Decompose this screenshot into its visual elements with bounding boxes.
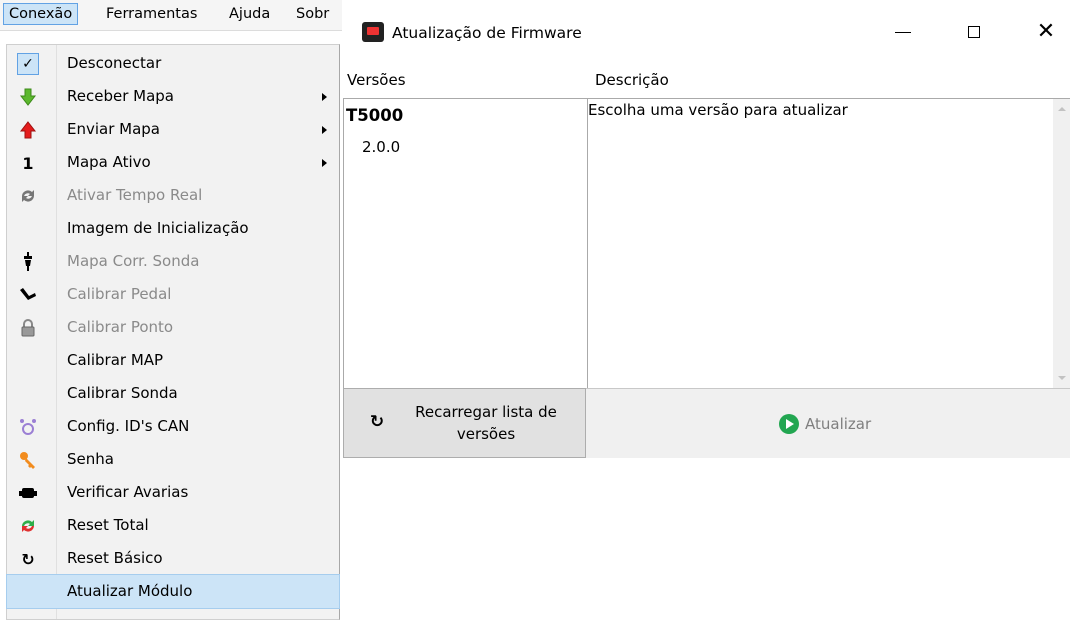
description-text: Escolha uma versão para atualizar — [588, 101, 848, 119]
menu-item-mapa-corr-sonda[interactable]: Mapa Corr. Sonda — [7, 245, 339, 278]
menu-item-desconectar[interactable]: ✓ Desconectar — [7, 47, 339, 80]
check-icon: ✓ — [17, 53, 39, 75]
menu-ajuda[interactable]: Ajuda — [224, 4, 275, 24]
menu-item-label: Receber Mapa — [67, 87, 174, 105]
menu-ferramentas[interactable]: Ferramentas — [101, 4, 202, 24]
window-title: Atualização de Firmware — [392, 24, 582, 42]
scroll-down-icon[interactable] — [1058, 376, 1066, 380]
submenu-arrow-icon — [322, 93, 327, 101]
menu-item-imagem-inicializacao[interactable]: Imagem de Inicialização — [7, 212, 339, 245]
menu-item-config-ids-can[interactable]: Config. ID's CAN — [7, 410, 339, 443]
close-icon: ✕ — [1036, 19, 1056, 44]
menu-item-calibrar-ponto[interactable]: Calibrar Ponto — [7, 311, 339, 344]
window-title-bar: Atualização de Firmware ✕ — [342, 0, 1070, 64]
red-arrow-up-icon — [17, 119, 39, 141]
reload-versions-button[interactable]: ↻ Recarregar lista de versões — [343, 388, 586, 458]
description-header: Descrição — [595, 71, 669, 89]
app-logo-icon — [362, 22, 384, 42]
menu-item-enviar-mapa[interactable]: Enviar Mapa — [7, 113, 339, 146]
version-group-label[interactable]: T5000 — [346, 106, 403, 125]
version-item[interactable]: 2.0.0 — [362, 138, 400, 156]
conexao-dropdown-menu: ✓ Desconectar Receber Mapa Enviar Mapa 1… — [6, 44, 340, 620]
firmware-update-window: Atualização de Firmware ✕ Versões Descri… — [342, 0, 1070, 614]
menu-item-calibrar-map[interactable]: Calibrar MAP — [7, 344, 339, 377]
minimize-button[interactable] — [880, 10, 926, 54]
menu-item-label: Reset Total — [67, 516, 149, 534]
menu-item-reset-total[interactable]: Reset Total — [7, 509, 339, 542]
reload-versions-label: Recarregar lista de versões — [415, 403, 557, 443]
number-one-icon: 1 — [22, 153, 34, 173]
menu-item-label: Calibrar Pedal — [67, 285, 172, 303]
engine-icon — [17, 482, 39, 504]
menu-item-label: Reset Básico — [67, 549, 163, 567]
refresh-icon: ↻ — [21, 549, 35, 569]
maximize-icon — [968, 26, 980, 38]
menu-item-label: Verificar Avarias — [67, 483, 189, 501]
reset-total-icon — [17, 515, 39, 537]
update-button[interactable]: Atualizar — [586, 388, 1070, 458]
menu-item-label: Senha — [67, 450, 114, 468]
menu-item-calibrar-sonda[interactable]: Calibrar Sonda — [7, 377, 339, 410]
menu-item-label: Calibrar MAP — [67, 351, 164, 369]
menu-item-label: Calibrar Sonda — [67, 384, 178, 402]
submenu-arrow-icon — [322, 159, 327, 167]
menu-item-verificar-avarias[interactable]: Verificar Avarias — [7, 476, 339, 509]
menu-conexao[interactable]: Conexão — [3, 3, 79, 25]
versions-list[interactable]: T5000 2.0.0 — [343, 98, 587, 389]
submenu-arrow-icon — [322, 126, 327, 134]
update-label: Atualizar — [805, 415, 872, 433]
menu-sobre[interactable]: Sobr — [291, 4, 334, 24]
menu-item-label: Calibrar Ponto — [67, 318, 174, 336]
description-scrollbar[interactable] — [1053, 99, 1070, 388]
sensor-probe-icon — [17, 251, 39, 273]
menu-bar: Conexão Ferramentas Ajuda Sobr — [0, 0, 345, 31]
menu-item-calibrar-pedal[interactable]: Calibrar Pedal — [7, 278, 339, 311]
menu-item-label: Enviar Mapa — [67, 120, 161, 138]
minimize-icon — [895, 31, 911, 33]
green-arrow-down-icon — [17, 86, 39, 108]
menu-item-atualizar-modulo[interactable]: Atualizar Módulo — [6, 574, 340, 609]
menu-item-label: Imagem de Inicialização — [67, 219, 249, 237]
close-button[interactable]: ✕ — [1023, 10, 1069, 54]
menu-item-label: Atualizar Módulo — [67, 582, 193, 600]
sync-arrows-icon — [17, 185, 39, 207]
menu-item-mapa-ativo[interactable]: 1 Mapa Ativo — [7, 146, 339, 179]
versions-header: Versões — [347, 71, 406, 89]
maximize-button[interactable] — [951, 10, 997, 54]
menu-item-label: Mapa Corr. Sonda — [67, 252, 200, 270]
lock-icon — [17, 317, 39, 339]
menu-item-label: Config. ID's CAN — [67, 417, 190, 435]
menu-item-receber-mapa[interactable]: Receber Mapa — [7, 80, 339, 113]
key-icon — [17, 449, 39, 471]
refresh-icon: ↻ — [369, 412, 385, 432]
can-network-icon — [17, 416, 39, 438]
menu-item-label: Desconectar — [67, 54, 162, 72]
scroll-up-icon[interactable] — [1058, 107, 1066, 111]
play-icon — [779, 414, 799, 434]
menu-item-label: Mapa Ativo — [67, 153, 151, 171]
menu-item-ativar-tempo-real[interactable]: Ativar Tempo Real — [7, 179, 339, 212]
menu-item-senha[interactable]: Senha — [7, 443, 339, 476]
description-textarea[interactable]: Escolha uma versão para atualizar — [587, 98, 1070, 388]
pedal-icon — [17, 284, 39, 306]
menu-item-reset-basico[interactable]: ↻ Reset Básico — [7, 542, 339, 575]
menu-item-label: Ativar Tempo Real — [67, 186, 203, 204]
